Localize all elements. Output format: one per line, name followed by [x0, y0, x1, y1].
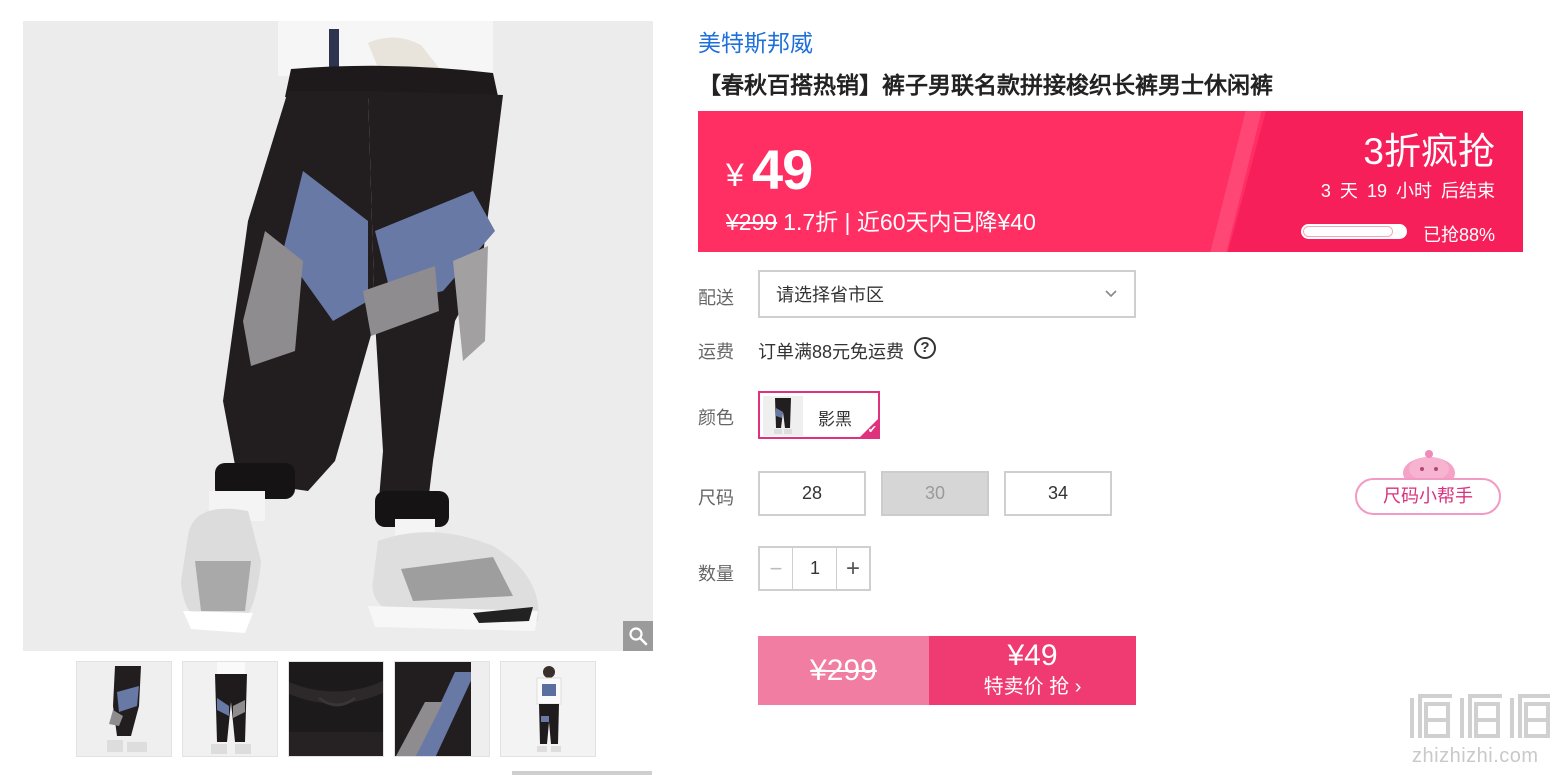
discount-info: 1.7折 | 近60天内已降¥40: [783, 209, 1036, 235]
size-helper-button[interactable]: 尺码小帮手: [1355, 449, 1501, 516]
sold-progress-label: 已抢88%: [1422, 225, 1495, 245]
thumbnail-1[interactable]: [76, 661, 172, 757]
size-option-28[interactable]: 28: [758, 471, 866, 516]
sold-progress-fill: [1303, 226, 1393, 237]
color-swatch-image: [763, 396, 803, 436]
region-select[interactable]: 请选择省市区: [758, 270, 1136, 318]
thumbnail-strip: [76, 661, 606, 757]
color-option-shadow-black[interactable]: 影黑 ✔: [758, 391, 880, 439]
thumbnail-image: [289, 662, 383, 756]
shipping-label: 运费: [698, 342, 734, 362]
size-option-34[interactable]: 34: [1004, 471, 1112, 516]
quantity-decrease-button[interactable]: −: [760, 548, 793, 589]
currency-symbol: ¥: [726, 157, 744, 193]
main-product-image[interactable]: [23, 21, 653, 651]
watermark-logo-icon: [1410, 694, 1550, 738]
product-title: 【春秋百搭热销】裤子男联名款拼接梭织长裤男士休闲裤: [698, 72, 1273, 98]
countdown-suffix: 后结束: [1441, 181, 1495, 201]
original-price: ¥299: [726, 209, 778, 235]
price-banner: ¥ 49 ¥299 1.7折 | 近60天内已降¥40 3折疯抢 3 天 19 小…: [698, 111, 1523, 252]
flash-buy-button[interactable]: ¥299 ¥49 特卖价 抢 ›: [758, 636, 1136, 705]
sold-progress-bar: [1301, 224, 1407, 239]
countdown-hours-unit: 小时: [1395, 181, 1432, 201]
quantity-input[interactable]: 1: [793, 548, 837, 589]
mascot-icon: [1403, 450, 1455, 481]
thumbnail-4[interactable]: [394, 661, 490, 757]
thumbnail-image: [395, 662, 489, 756]
watermark-url: zhizhizhi.com: [1412, 745, 1539, 767]
swatch-pants-icon: [763, 396, 803, 436]
thumbnail-3[interactable]: [288, 661, 384, 757]
price-detail: ¥299 1.7折 | 近60天内已降¥40: [726, 203, 1036, 237]
question-icon[interactable]: ?: [914, 337, 936, 359]
color-label: 颜色: [698, 408, 734, 428]
zoom-button[interactable]: [623, 621, 653, 651]
size-helper-label: 尺码小帮手: [1355, 478, 1501, 515]
shipping-text: 订单满88元免运费: [758, 342, 905, 362]
gallery-scrollbar[interactable]: [512, 771, 652, 775]
thumbnail-image: [77, 662, 171, 756]
buy-sale-price: ¥49: [1007, 639, 1058, 672]
buy-original-price: ¥299: [810, 653, 877, 687]
magnifier-icon: [629, 627, 648, 646]
quantity-increase-button[interactable]: +: [836, 548, 869, 589]
check-icon: ✔: [867, 424, 877, 436]
countdown-days-unit: 天: [1339, 181, 1358, 201]
brand-link[interactable]: 美特斯邦威: [698, 24, 813, 58]
thumbnail-2[interactable]: [182, 661, 278, 757]
size-option-30: 30: [881, 471, 989, 516]
region-select-value: 请选择省市区: [776, 285, 884, 305]
thumbnail-image: [183, 662, 277, 756]
delivery-label: 配送: [698, 288, 734, 308]
promo-title: 3折疯抢: [1363, 131, 1495, 172]
thumbnail-image: [501, 662, 595, 756]
site-watermark: zhizhizhi.com: [1408, 690, 1553, 770]
pants-photo: [23, 21, 653, 651]
buy-sale-price-box: ¥49 特卖价 抢 ›: [929, 636, 1136, 705]
countdown: 3 天 19 小时 后结束: [1317, 177, 1495, 203]
thumbnail-5[interactable]: [500, 661, 596, 757]
chevron-down-icon: [1105, 290, 1117, 298]
buy-original-price-box: ¥299: [758, 636, 929, 705]
countdown-days: 3: [1320, 181, 1331, 201]
size-label: 尺码: [698, 488, 734, 508]
quantity-stepper: − 1 +: [758, 546, 871, 591]
buy-cta-label: 特卖价 抢 ›: [983, 676, 1082, 698]
sale-price: 49: [752, 138, 813, 201]
countdown-hours: 19: [1366, 181, 1387, 201]
color-option-label: 影黑: [818, 410, 852, 429]
quantity-label: 数量: [698, 564, 734, 584]
